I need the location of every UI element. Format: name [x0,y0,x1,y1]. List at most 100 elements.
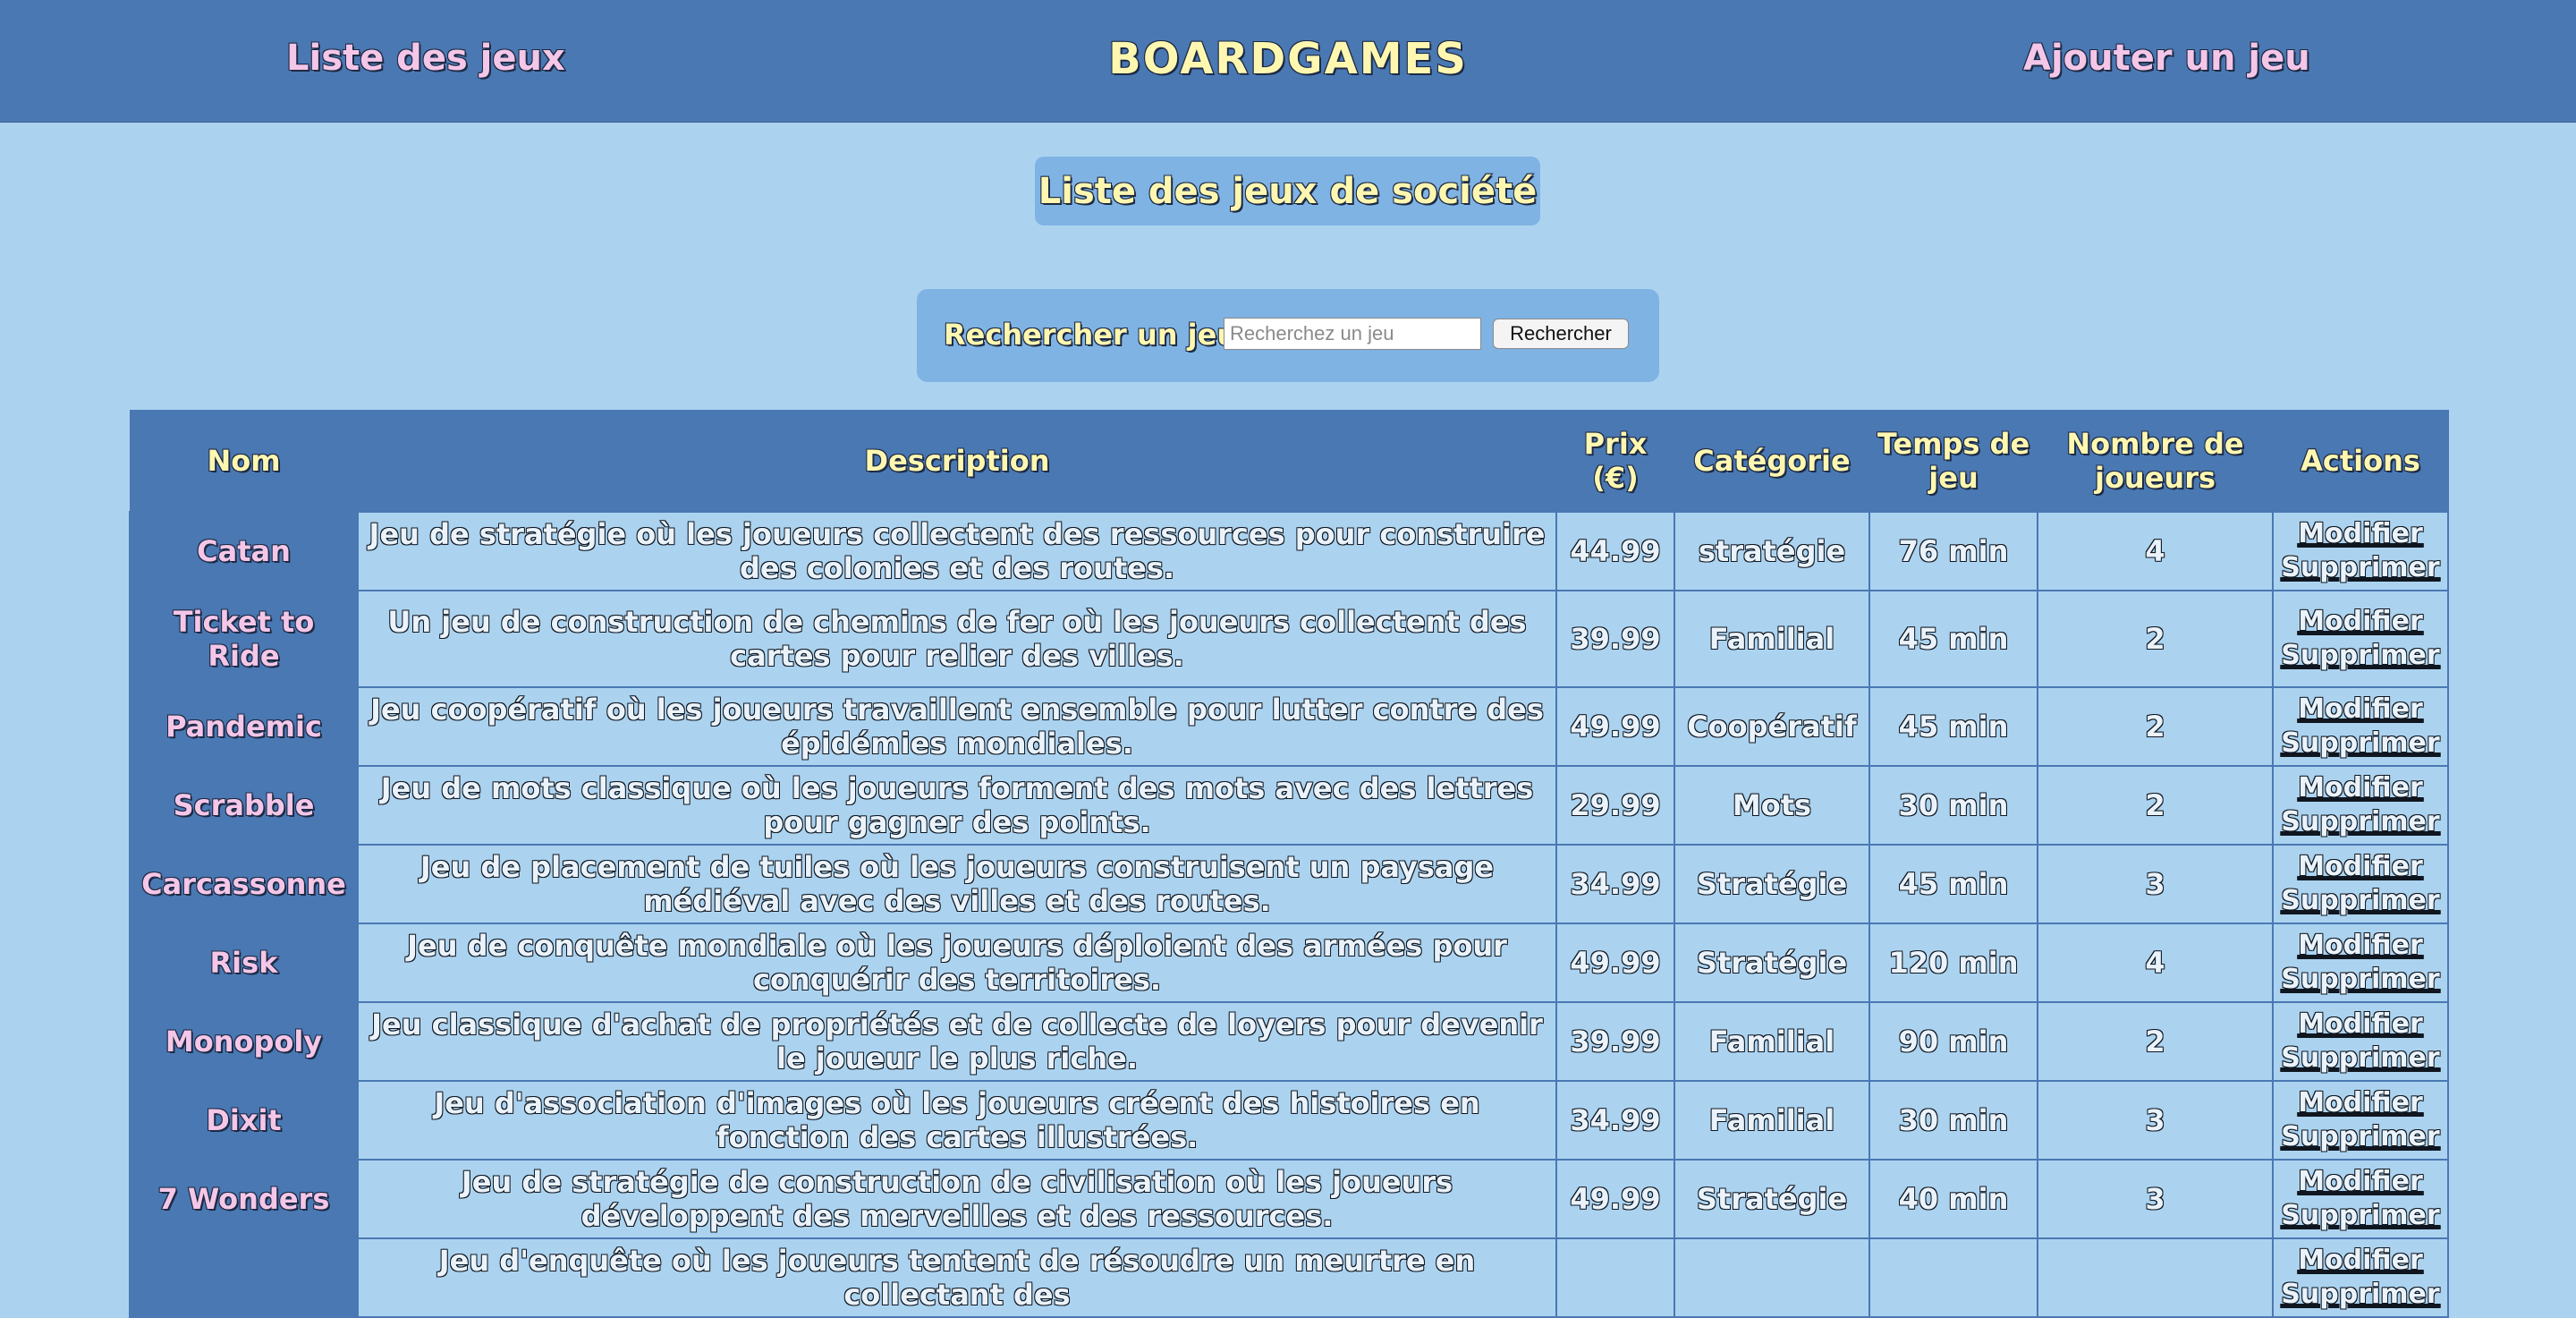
delete-game-link[interactable]: Supprimer [2279,1120,2442,1154]
game-actions-cell: Modifier Supprimer [2272,1080,2449,1161]
edit-game-link[interactable]: Modifier [2279,771,2442,805]
nav-link-game-list[interactable]: Liste des jeux [285,37,566,80]
column-header-description: Description [357,410,1557,513]
game-price-cell: 49.99 [1555,1159,1675,1239]
game-category-cell: Familial [1674,590,1870,688]
game-name-cell: Risk [129,923,359,1003]
game-actions-cell: Modifier Supprimer [2272,1237,2449,1318]
game-play-time-cell [1868,1237,2038,1318]
game-name-cell: Catan [129,511,359,591]
page-title: Liste des jeux de société [1035,157,1540,225]
game-actions-cell: Modifier Supprimer [2272,923,2449,1003]
edit-game-link[interactable]: Modifier [2279,517,2442,551]
game-price-cell: 44.99 [1555,511,1675,591]
column-header-player-count: Nombre de joueurs [2037,410,2274,513]
game-player-count-cell: 2 [2037,686,2274,767]
table-header-row: Nom Description Prix (€) Catégorie Temps… [129,410,2449,513]
game-player-count-cell: 4 [2037,511,2274,591]
game-play-time-cell: 45 min [1868,844,2038,924]
game-description-cell: Jeu coopératif où les joueurs travaillen… [357,686,1557,767]
game-price-cell: 34.99 [1555,1080,1675,1161]
edit-game-link[interactable]: Modifier [2279,605,2442,639]
game-play-time-cell: 30 min [1868,765,2038,846]
game-name-cell: Carcassonne [129,844,359,924]
game-price-cell: 39.99 [1555,590,1675,688]
game-price-cell: 49.99 [1555,923,1675,1003]
column-header-price: Prix (€) [1555,410,1675,513]
game-play-time-cell: 40 min [1868,1159,2038,1239]
game-play-time-cell: 120 min [1868,923,2038,1003]
game-description-cell: Jeu de placement de tuiles où les joueur… [357,844,1557,924]
delete-game-link[interactable]: Supprimer [2279,1278,2442,1312]
game-description-cell: Jeu de stratégie où les joueurs collecte… [357,511,1557,591]
top-navbar: Liste des jeux BOARDGAMES Ajouter un jeu [0,0,2576,123]
edit-game-link[interactable]: Modifier [2279,693,2442,727]
edit-game-link[interactable]: Modifier [2279,1086,2442,1120]
game-actions-cell: Modifier Supprimer [2272,511,2449,591]
game-player-count-cell: 3 [2037,844,2274,924]
edit-game-link[interactable]: Modifier [2279,1008,2442,1042]
search-form: Rechercher un jeu Rechercher [917,289,1659,382]
game-category-cell [1674,1237,1870,1318]
game-name-cell [129,1237,359,1318]
game-play-time-cell: 45 min [1868,686,2038,767]
game-player-count-cell: 2 [2037,1001,2274,1082]
game-play-time-cell: 45 min [1868,590,2038,688]
table-row: Risk Jeu de conquête mondiale où les joue… [129,923,2449,1003]
game-price-cell [1555,1237,1675,1318]
delete-game-link[interactable]: Supprimer [2279,727,2442,761]
delete-game-link[interactable]: Supprimer [2279,551,2442,585]
game-price-cell: 29.99 [1555,765,1675,846]
game-category-cell: Stratégie [1674,923,1870,1003]
column-header-actions: Actions [2272,410,2449,513]
game-actions-cell: Modifier Supprimer [2272,590,2449,688]
table-row: 7 Wonders Jeu de stratégie de constructio… [129,1159,2449,1239]
game-play-time-cell: 76 min [1868,511,2038,591]
game-player-count-cell: 3 [2037,1080,2274,1161]
game-description-cell: Jeu de stratégie de construction de civi… [357,1159,1557,1239]
delete-game-link[interactable]: Supprimer [2279,639,2442,673]
table-row: Catan Jeu de stratégie où les joueurs col… [129,511,2449,591]
game-actions-cell: Modifier Supprimer [2272,765,2449,846]
delete-game-link[interactable]: Supprimer [2279,963,2442,997]
game-name-cell: Monopoly [129,1001,359,1082]
search-input[interactable] [1224,318,1481,350]
game-player-count-cell: 4 [2037,923,2274,1003]
game-name-cell: Scrabble [129,765,359,846]
games-table: Nom Description Prix (€) Catégorie Temps… [129,410,2449,1318]
game-category-cell: Familial [1674,1001,1870,1082]
delete-game-link[interactable]: Supprimer [2279,1042,2442,1076]
game-price-cell: 39.99 [1555,1001,1675,1082]
edit-game-link[interactable]: Modifier [2279,1165,2442,1199]
game-description-cell: Jeu d'association d'images où les joueur… [357,1080,1557,1161]
game-actions-cell: Modifier Supprimer [2272,1159,2449,1239]
game-category-cell: Coopératif [1674,686,1870,767]
column-header-category: Catégorie [1674,410,1870,513]
edit-game-link[interactable]: Modifier [2279,850,2442,884]
search-label: Rechercher un jeu [943,317,1238,353]
delete-game-link[interactable]: Supprimer [2279,805,2442,839]
nav-link-add-game[interactable]: Ajouter un jeu [2022,37,2311,80]
game-actions-cell: Modifier Supprimer [2272,844,2449,924]
search-button[interactable]: Rechercher [1493,319,1629,349]
delete-game-link[interactable]: Supprimer [2279,1199,2442,1233]
delete-game-link[interactable]: Supprimer [2279,884,2442,918]
game-player-count-cell: 3 [2037,1159,2274,1239]
table-row: Jeu d'enquête où les joueurs tentent de … [129,1237,2449,1318]
game-category-cell: stratégie [1674,511,1870,591]
table-row: Carcassonne Jeu de placement de tuiles où… [129,844,2449,924]
game-name-cell: 7 Wonders [129,1159,359,1239]
game-category-cell: Mots [1674,765,1870,846]
table-row: Scrabble Jeu de mots classique où les jou… [129,765,2449,846]
edit-game-link[interactable]: Modifier [2279,929,2442,963]
table-row: Ticket to Ride Un jeu de construction de … [129,590,2449,688]
game-player-count-cell: 2 [2037,590,2274,688]
game-description-cell: Jeu de conquête mondiale où les joueurs … [357,923,1557,1003]
game-category-cell: Familial [1674,1080,1870,1161]
game-name-cell: Dixit [129,1080,359,1161]
game-description-cell: Un jeu de construction de chemins de fer… [357,590,1557,688]
edit-game-link[interactable]: Modifier [2279,1244,2442,1278]
game-name-cell: Ticket to Ride [129,590,359,688]
game-price-cell: 34.99 [1555,844,1675,924]
game-category-cell: Stratégie [1674,1159,1870,1239]
